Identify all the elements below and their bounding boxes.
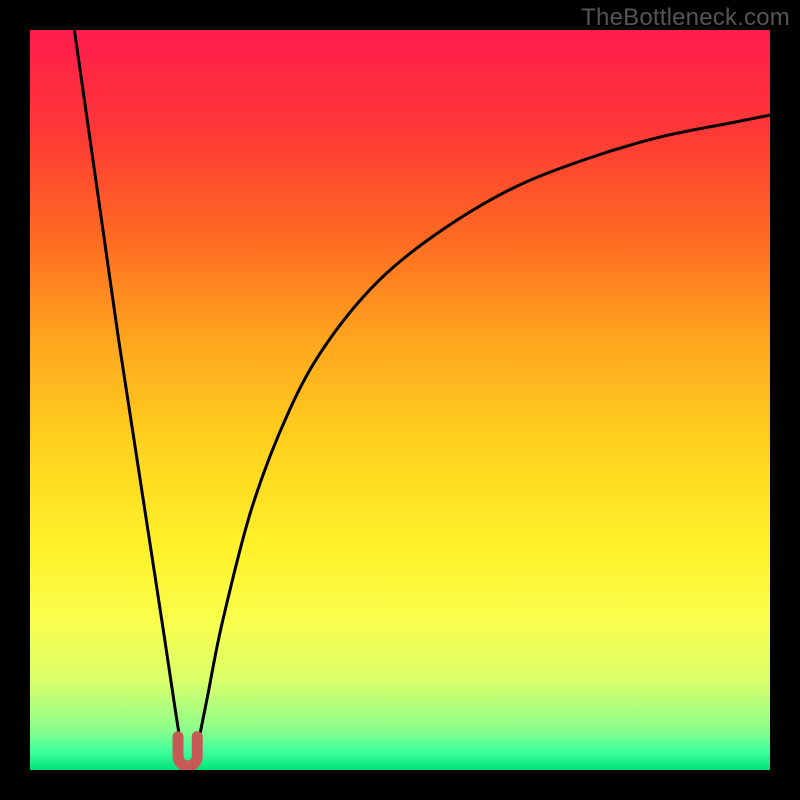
- watermark-text: TheBottleneck.com: [581, 4, 790, 32]
- bottleneck-chart: [30, 30, 770, 770]
- gradient-background: [30, 30, 770, 770]
- outer-frame: TheBottleneck.com: [0, 0, 800, 800]
